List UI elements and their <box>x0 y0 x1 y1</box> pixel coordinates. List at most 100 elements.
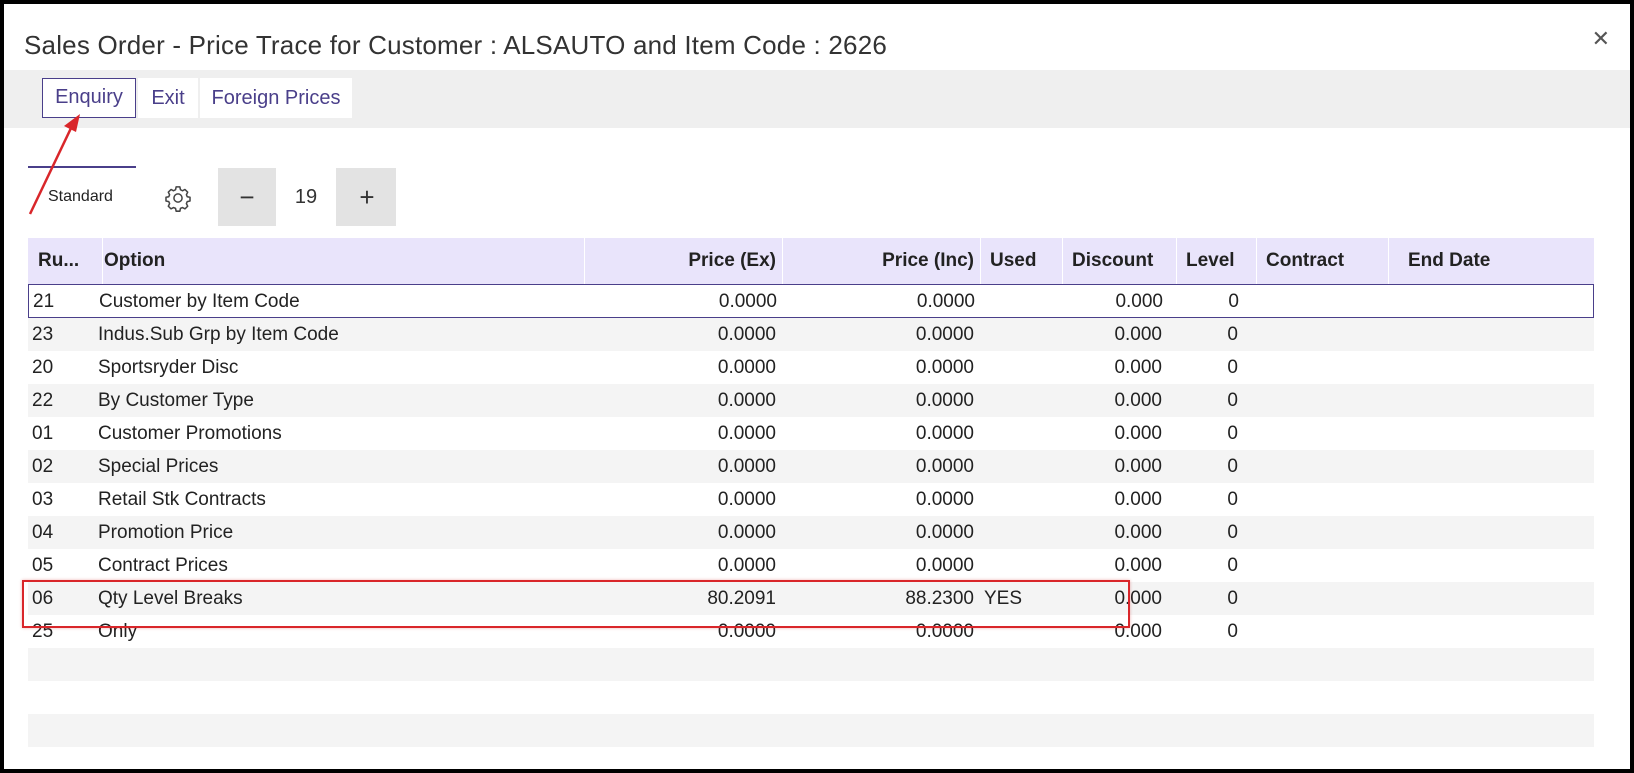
cell-contract <box>1256 318 1378 351</box>
cell-option: Sportsryder Disc <box>98 357 239 378</box>
cell-rule: 06 <box>32 588 54 609</box>
table-row[interactable]: 01 Customer Promotions 0.0000 0.0000 0.000 0 <box>28 417 1594 450</box>
cell-contract <box>1256 351 1378 384</box>
cell-used <box>984 549 1056 582</box>
foreign-prices-button[interactable]: Foreign Prices <box>200 78 352 118</box>
cell-rule: 02 <box>32 456 54 477</box>
grid-header: Ru... Option Price (Ex) Price (Inc) Used… <box>28 238 1594 285</box>
column-header-end-date[interactable]: End Date <box>1388 238 1556 284</box>
cell-price-ex: 80.2091 <box>707 588 776 609</box>
column-header-contract[interactable]: Contract <box>1256 238 1389 284</box>
cell-used <box>984 384 1056 417</box>
row-count-stepper: − 19 + <box>218 168 396 226</box>
cell-discount: 0.000 <box>1114 390 1162 411</box>
toolbar: Enquiry Exit Foreign Prices <box>4 70 1630 128</box>
cell-option: Customer Promotions <box>98 423 282 444</box>
cell-contract <box>1256 582 1378 615</box>
cell-level: 0 <box>1227 621 1238 642</box>
cell-rule: 23 <box>32 324 54 345</box>
cell-end-date <box>1388 549 1536 582</box>
cell-price-ex: 0.0000 <box>717 357 776 378</box>
cell-level: 0 <box>1227 489 1238 510</box>
cell-rule: 25 <box>32 621 54 642</box>
enquiry-button[interactable]: Enquiry <box>42 78 136 118</box>
cell-price-ex: 0.0000 <box>717 522 776 543</box>
cell-end-date <box>1388 516 1536 549</box>
cell-contract <box>1256 384 1378 417</box>
empty-row <box>28 681 1594 714</box>
empty-row <box>28 714 1594 747</box>
column-header-price-inc[interactable]: Price (Inc) <box>782 238 981 284</box>
gear-icon[interactable] <box>164 184 192 212</box>
column-header-discount[interactable]: Discount <box>1062 238 1177 284</box>
cell-price-inc: 0.0000 <box>915 390 974 411</box>
cell-contract <box>1256 549 1378 582</box>
cell-level: 0 <box>1227 555 1238 576</box>
cell-price-ex: 0.0000 <box>717 390 776 411</box>
table-row[interactable]: 23 Indus.Sub Grp by Item Code 0.0000 0.0000… <box>28 318 1594 351</box>
column-header-option[interactable]: Option <box>102 238 585 284</box>
cell-rule: 21 <box>33 291 55 312</box>
table-row[interactable]: 02 Special Prices 0.0000 0.0000 0.000 0 <box>28 450 1594 483</box>
cell-option: Indus.Sub Grp by Item Code <box>98 324 339 345</box>
table-row[interactable]: 05 Contract Prices 0.0000 0.0000 0.000 0 <box>28 549 1594 582</box>
cell-used <box>984 450 1056 483</box>
cell-price-inc: 0.0000 <box>915 357 974 378</box>
table-row[interactable]: 06 Qty Level Breaks 80.2091 88.2300 YES 0.000… <box>28 582 1594 615</box>
cell-level: 0 <box>1227 390 1238 411</box>
empty-row <box>28 648 1594 681</box>
exit-button[interactable]: Exit <box>138 78 198 118</box>
cell-price-inc: 0.0000 <box>916 291 975 312</box>
cell-rule: 22 <box>32 390 54 411</box>
cell-end-date <box>1388 318 1536 351</box>
cell-end-date <box>1388 615 1536 648</box>
cell-option: Special Prices <box>98 456 219 477</box>
window-title: Sales Order - Price Trace for Customer :… <box>24 30 888 60</box>
table-row[interactable]: 25 Only 0.0000 0.0000 0.000 0 <box>28 615 1594 648</box>
column-header-level[interactable]: Level <box>1176 238 1257 284</box>
cell-option: Promotion Price <box>98 522 234 543</box>
cell-used <box>984 351 1056 384</box>
cell-discount: 0.000 <box>1114 621 1162 642</box>
cell-level: 0 <box>1227 423 1238 444</box>
cell-price-inc: 0.0000 <box>915 555 974 576</box>
cell-contract <box>1256 483 1378 516</box>
cell-used: YES <box>984 588 1023 609</box>
cell-option: By Customer Type <box>98 390 254 411</box>
cell-rule: 01 <box>32 423 54 444</box>
column-header-price-ex[interactable]: Price (Ex) <box>584 238 783 284</box>
cell-discount: 0.000 <box>1114 324 1162 345</box>
close-icon[interactable]: ✕ <box>1592 26 1610 52</box>
view-selector-standard[interactable]: Standard <box>48 188 113 206</box>
cell-discount: 0.000 <box>1114 555 1162 576</box>
column-header-used[interactable]: Used <box>980 238 1063 284</box>
row-count-value[interactable]: 19 <box>276 168 336 226</box>
cell-used <box>984 615 1056 648</box>
view-tab-indicator <box>28 166 136 168</box>
cell-rule: 04 <box>32 522 54 543</box>
table-row[interactable]: 20 Sportsryder Disc 0.0000 0.0000 0.000 0 <box>28 351 1594 384</box>
table-row[interactable]: 03 Retail Stk Contracts 0.0000 0.0000 0.000 0 <box>28 483 1594 516</box>
column-header-rule[interactable]: Ru... <box>28 238 103 284</box>
table-row[interactable]: 21 Customer by Item Code 0.0000 0.0000 0.000… <box>28 285 1594 318</box>
cell-discount: 0.000 <box>1115 291 1163 312</box>
cell-option: Only <box>98 621 138 642</box>
cell-price-ex: 0.0000 <box>717 456 776 477</box>
cell-level: 0 <box>1228 291 1239 312</box>
cell-option: Contract Prices <box>98 555 228 576</box>
table-row[interactable]: 04 Promotion Price 0.0000 0.0000 0.000 0 <box>28 516 1594 549</box>
cell-level: 0 <box>1227 357 1238 378</box>
cell-discount: 0.000 <box>1114 423 1162 444</box>
cell-rule: 05 <box>32 555 54 576</box>
cell-contract <box>1256 450 1378 483</box>
table-row[interactable]: 22 By Customer Type 0.0000 0.0000 0.000 0 <box>28 384 1594 417</box>
cell-end-date <box>1388 582 1536 615</box>
decrement-button[interactable]: − <box>218 168 276 226</box>
cell-price-inc: 88.2300 <box>905 588 974 609</box>
cell-contract <box>1256 615 1378 648</box>
cell-discount: 0.000 <box>1114 489 1162 510</box>
cell-option: Qty Level Breaks <box>98 588 243 609</box>
cell-used <box>984 483 1056 516</box>
increment-button[interactable]: + <box>338 168 396 226</box>
cell-end-date <box>1388 417 1536 450</box>
